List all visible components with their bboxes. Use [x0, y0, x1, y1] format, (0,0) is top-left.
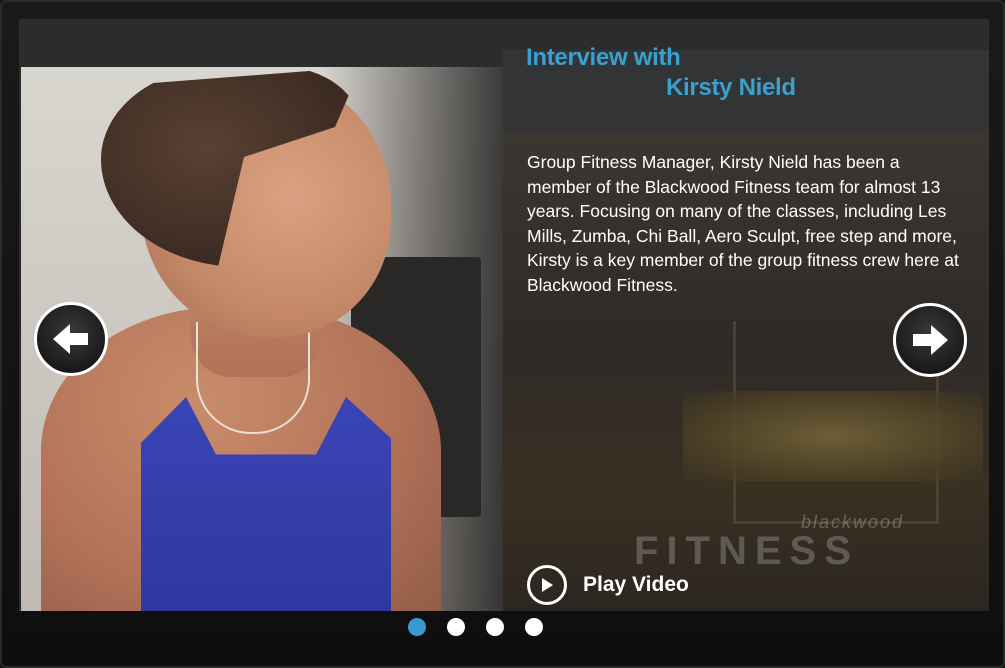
play-video-label[interactable]: Play Video: [583, 573, 689, 597]
pagination-dot-2[interactable]: [447, 618, 465, 636]
slide-pagination: [408, 618, 564, 636]
play-video-button[interactable]: Play Video: [527, 565, 689, 605]
pagination-dot-3[interactable]: [486, 618, 504, 636]
interview-description: Group Fitness Manager, Kirsty Nield has …: [527, 152, 959, 295]
pagination-dot-1[interactable]: [408, 618, 426, 636]
blackwood-fitness-watermark: blackwood FITNESS: [634, 512, 904, 573]
arrow-left-icon: [53, 324, 88, 354]
next-slide-button[interactable]: [893, 303, 967, 377]
watermark-fitness: FITNESS: [634, 529, 859, 573]
pagination-dot-4[interactable]: [525, 618, 543, 636]
arrow-right-icon: [913, 325, 948, 355]
interview-title-name: Kirsty Nield: [666, 74, 796, 101]
interview-title-line1: Interview with: [526, 44, 681, 71]
previous-slide-button[interactable]: [34, 302, 108, 376]
play-icon[interactable]: [527, 565, 567, 605]
